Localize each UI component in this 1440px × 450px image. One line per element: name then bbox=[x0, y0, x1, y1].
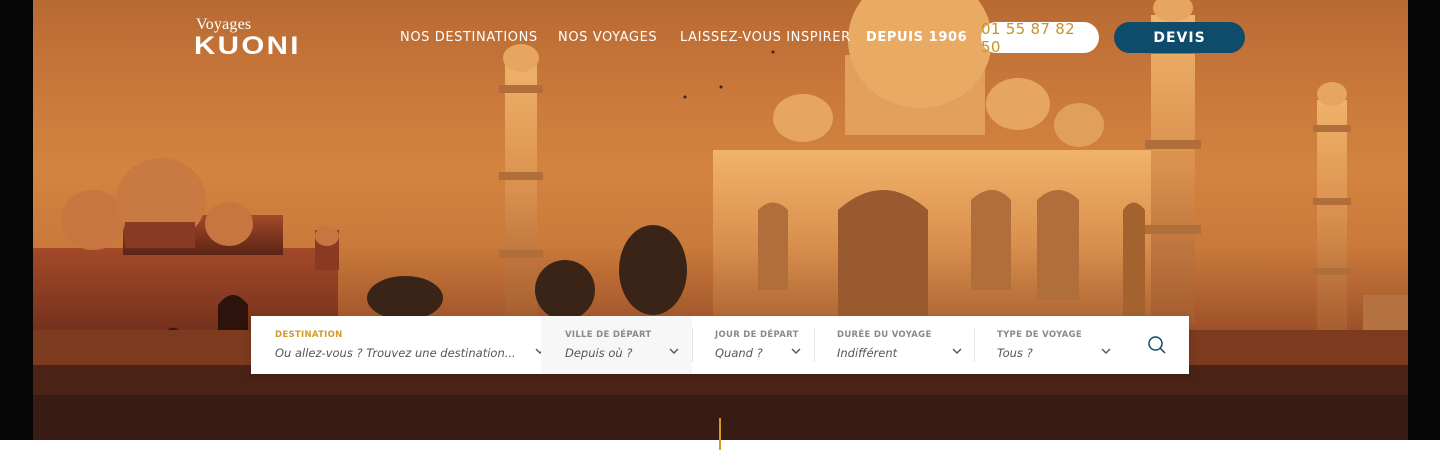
devis-button[interactable]: DEVIS bbox=[1114, 22, 1245, 53]
phone-button[interactable]: 01 55 87 82 50 bbox=[981, 20, 1099, 56]
nav-laissez-vous-inspirer[interactable]: LAISSEZ-VOUS INSPIRER bbox=[680, 30, 851, 45]
search-bar: DESTINATION Ou allez-vous ? Trouvez une … bbox=[251, 316, 1189, 374]
destination-field[interactable]: DESTINATION Ou allez-vous ? Trouvez une … bbox=[275, 316, 545, 374]
duree-voyage-value: Indifférent bbox=[837, 346, 898, 360]
duree-voyage-field[interactable]: DURÉE DU VOYAGE Indifférent bbox=[814, 316, 974, 374]
ville-depart-value: Depuis où ? bbox=[565, 346, 633, 360]
jour-depart-label: JOUR DE DÉPART bbox=[715, 330, 799, 340]
ville-depart-label: VILLE DE DÉPART bbox=[565, 330, 652, 340]
nav-nos-voyages[interactable]: NOS VOYAGES bbox=[558, 30, 657, 45]
search-button[interactable] bbox=[1124, 316, 1189, 374]
chevron-down-icon bbox=[791, 348, 801, 354]
chevron-down-icon bbox=[952, 348, 962, 354]
jour-depart-field[interactable]: JOUR DE DÉPART Quand ? bbox=[692, 316, 814, 374]
search-icon bbox=[1147, 336, 1166, 354]
nav-depuis-1906[interactable]: DEPUIS 1906 bbox=[866, 30, 967, 45]
right-border bbox=[1408, 0, 1440, 450]
destination-input[interactable]: Ou allez-vous ? Trouvez une destination.… bbox=[275, 346, 516, 360]
duree-voyage-label: DURÉE DU VOYAGE bbox=[837, 330, 932, 340]
hero-banner bbox=[33, 0, 1408, 450]
destination-label: DESTINATION bbox=[275, 330, 343, 340]
minaret-far-right bbox=[1313, 82, 1408, 355]
logo-kuoni-text: KUONI bbox=[194, 32, 301, 60]
kuoni-logo[interactable]: Voyages KUONI bbox=[194, 16, 324, 60]
type-voyage-value: Tous ? bbox=[997, 346, 1033, 360]
birds bbox=[683, 50, 775, 99]
nav-nos-destinations[interactable]: NOS DESTINATIONS bbox=[400, 30, 538, 45]
jour-depart-value: Quand ? bbox=[715, 346, 763, 360]
taj-mahal-scene bbox=[33, 0, 1408, 450]
left-border bbox=[0, 0, 33, 450]
type-voyage-field[interactable]: TYPE DE VOYAGE Tous ? bbox=[974, 316, 1124, 374]
ville-depart-field[interactable]: VILLE DE DÉPART Depuis où ? bbox=[541, 316, 692, 374]
chevron-down-icon bbox=[1101, 348, 1111, 354]
scroll-indicator-line bbox=[719, 418, 721, 450]
type-voyage-label: TYPE DE VOYAGE bbox=[997, 330, 1083, 340]
chevron-down-icon bbox=[669, 348, 679, 354]
